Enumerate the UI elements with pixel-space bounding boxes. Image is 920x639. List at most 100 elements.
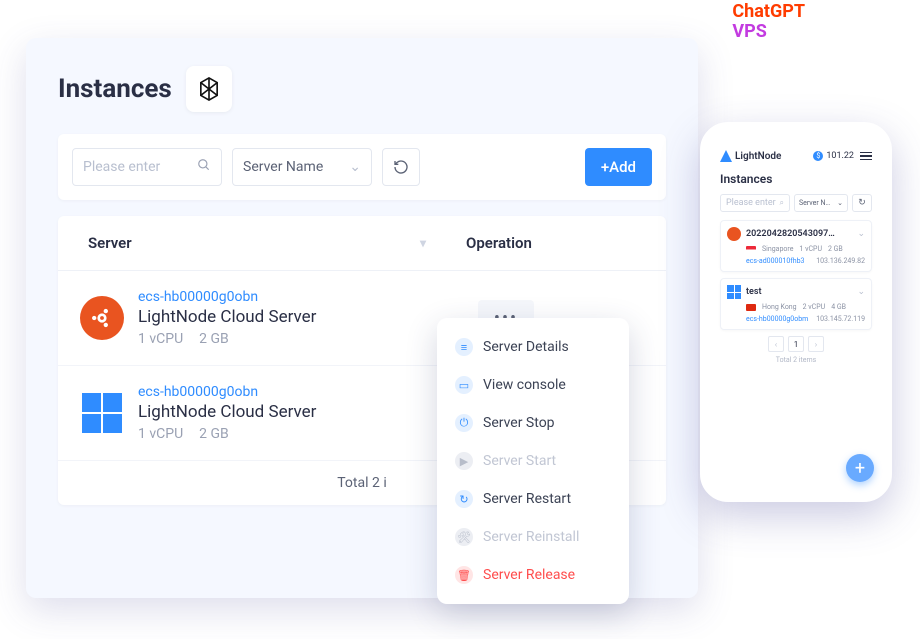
search-placeholder: Please enter xyxy=(83,159,160,175)
mobile-server-name: test xyxy=(746,287,762,297)
watermark-line1: ChatGPT xyxy=(732,2,805,22)
server-info: ecs-hb00000g0obn LightNode Cloud Server … xyxy=(138,384,478,442)
filter-bar: Please enter Server Name ⌄ +Add xyxy=(58,134,666,200)
column-operation: Operation xyxy=(466,234,636,252)
mobile-server-meta: Hong Kong 2 vCPU 4 GB xyxy=(746,303,865,311)
refresh-icon xyxy=(393,159,409,175)
filter-icon[interactable]: ▾ xyxy=(420,236,426,250)
mobile-server-meta: Singapore 1 vCPU 2 GB xyxy=(746,245,865,253)
mobile-filter-label: Server N… xyxy=(799,199,830,207)
mobile-server-id[interactable]: ecs-ad000010fhb3 xyxy=(746,257,804,265)
menu-server-reinstall: 🛠 Server Reinstall xyxy=(437,518,629,556)
flag-icon xyxy=(746,304,756,311)
filter-select[interactable]: Server Name ⌄ xyxy=(232,148,372,186)
mobile-server-ip: 103.145.72.119 xyxy=(816,315,865,323)
server-info: ecs-hb00000g0obn LightNode Cloud Server … xyxy=(138,289,478,347)
filter-select-label: Server Name xyxy=(243,159,323,175)
brand: LightNode xyxy=(720,150,781,162)
spec-ram: 2 GB xyxy=(828,245,843,253)
balance[interactable]: $ 101.22 xyxy=(813,151,854,161)
openai-logo xyxy=(186,66,232,112)
phone-screen: LightNode $ 101.22 Instances Please ente… xyxy=(708,130,884,494)
mobile-total-label: Total 2 items xyxy=(720,356,872,364)
server-specs: 1 vCPU 2 GB xyxy=(138,331,478,347)
mobile-instance-card[interactable]: test ⌄ Hong Kong 2 vCPU 4 GB ecs-hb00000… xyxy=(720,278,872,330)
menu-button[interactable] xyxy=(860,152,872,161)
prev-page-button[interactable]: ‹ xyxy=(768,336,784,352)
spec-cpu: 1 vCPU xyxy=(138,331,183,347)
power-icon: ⏻ xyxy=(455,414,473,432)
menu-label: View console xyxy=(483,377,566,393)
ubuntu-icon xyxy=(80,296,124,340)
menu-label: Server Release xyxy=(483,567,575,583)
mobile-pagination: ‹ 1 › xyxy=(720,336,872,352)
spec-ram: 2 GB xyxy=(199,331,229,347)
brand-icon xyxy=(720,150,732,162)
console-icon: ▭ xyxy=(455,376,473,394)
watermark: ChatGPT VPS xyxy=(732,2,805,42)
mobile-add-fab[interactable]: + xyxy=(846,454,874,482)
mobile-instance-card[interactable]: 2022042820543097… ⌄ Singapore 1 vCPU 2 G… xyxy=(720,220,872,272)
openai-icon xyxy=(195,75,223,103)
restart-icon: ↻ xyxy=(455,490,473,508)
search-input[interactable]: Please enter xyxy=(72,148,222,186)
menu-label: Server Restart xyxy=(483,491,571,507)
mobile-search-placeholder: Please enter xyxy=(726,198,776,208)
mobile-server-name: 2022042820543097… xyxy=(746,229,835,239)
server-name: LightNode Cloud Server xyxy=(138,307,478,327)
windows-icon xyxy=(80,391,124,435)
chevron-down-icon[interactable]: ⌄ xyxy=(857,229,865,239)
menu-server-start: ▶ Server Start xyxy=(437,442,629,480)
chevron-down-icon[interactable]: ⌄ xyxy=(857,287,865,297)
add-button[interactable]: +Add xyxy=(585,148,652,186)
server-specs: 1 vCPU 2 GB xyxy=(138,426,478,442)
server-id[interactable]: ecs-hb00000g0obn xyxy=(138,289,478,305)
mobile-toolbar: Please enter ⌕ Server N… ⌄ ↻ xyxy=(720,194,872,212)
spec-cpu: 1 vCPU xyxy=(138,426,183,442)
balance-value: 101.22 xyxy=(826,151,854,161)
coin-icon: $ xyxy=(813,151,823,161)
menu-server-details[interactable]: ≡ Server Details xyxy=(437,328,629,366)
column-server: Server ▾ xyxy=(88,234,466,252)
flag-icon xyxy=(746,246,756,253)
chevron-down-icon: ⌄ xyxy=(837,199,843,207)
row-actions-menu: ≡ Server Details ▭ View console ⏻ Server… xyxy=(437,318,629,604)
mobile-preview: LightNode $ 101.22 Instances Please ente… xyxy=(700,122,892,502)
chevron-down-icon: ⌄ xyxy=(349,159,361,175)
spec-ram: 4 GB xyxy=(831,303,846,311)
mobile-header: LightNode $ 101.22 xyxy=(720,150,872,162)
windows-icon xyxy=(727,285,741,299)
play-icon: ▶ xyxy=(455,452,473,470)
details-icon: ≡ xyxy=(455,338,473,356)
mobile-page-title: Instances xyxy=(720,172,872,186)
mobile-search-input[interactable]: Please enter ⌕ xyxy=(720,194,790,212)
menu-label: Server Details xyxy=(483,339,569,355)
region-label: Singapore xyxy=(762,245,793,253)
plus-icon: + xyxy=(855,458,865,479)
region-label: Hong Kong xyxy=(762,303,797,311)
mobile-refresh-button[interactable]: ↻ xyxy=(852,194,872,212)
spec-cpu: 2 vCPU xyxy=(803,303,826,311)
brand-label: LightNode xyxy=(735,151,781,162)
mobile-server-id[interactable]: ecs-hb00000g0obm xyxy=(746,315,808,323)
ubuntu-icon xyxy=(727,227,741,241)
menu-label: Server Reinstall xyxy=(483,529,579,545)
next-page-button[interactable]: › xyxy=(808,336,824,352)
server-id[interactable]: ecs-hb00000g0obn xyxy=(138,384,478,400)
search-icon: ⌕ xyxy=(780,198,784,208)
page-title: Instances xyxy=(58,74,172,104)
refresh-button[interactable] xyxy=(382,148,420,186)
spec-cpu: 1 vCPU xyxy=(799,245,822,253)
menu-label: Server Start xyxy=(483,453,556,469)
mobile-filter-select[interactable]: Server N… ⌄ xyxy=(794,194,848,212)
server-name: LightNode Cloud Server xyxy=(138,402,478,422)
page-number[interactable]: 1 xyxy=(788,336,804,352)
menu-server-stop[interactable]: ⏻ Server Stop xyxy=(437,404,629,442)
mobile-server-ip: 103.136.249.82 xyxy=(816,257,865,265)
menu-server-release[interactable]: 🗑 Server Release xyxy=(437,556,629,594)
trash-icon: 🗑 xyxy=(455,566,473,584)
wrench-icon: 🛠 xyxy=(455,528,473,546)
menu-view-console[interactable]: ▭ View console xyxy=(437,366,629,404)
watermark-line2: VPS xyxy=(732,22,805,42)
menu-server-restart[interactable]: ↻ Server Restart xyxy=(437,480,629,518)
